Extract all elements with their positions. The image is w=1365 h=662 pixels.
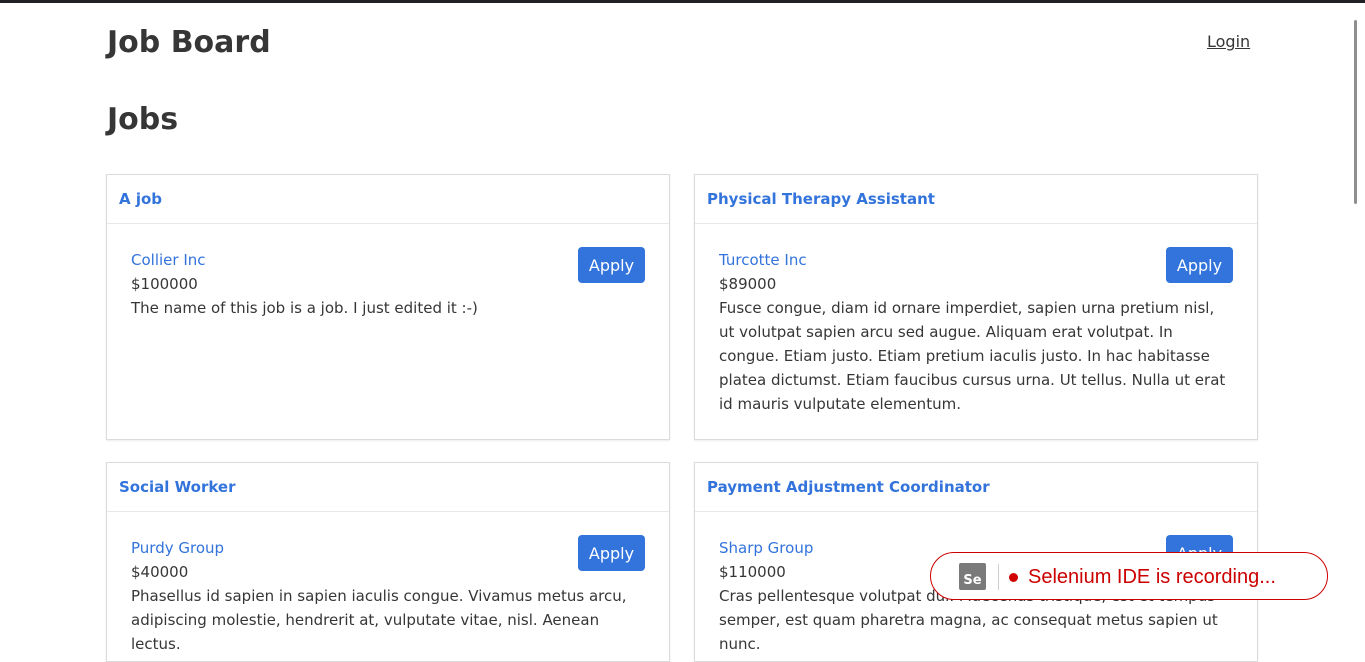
job-description: Phasellus id sapien in sapien iaculis co… — [131, 587, 627, 653]
scrollbar-thumb[interactable] — [1354, 20, 1357, 204]
login-link[interactable]: Login — [1207, 32, 1250, 52]
apply-button[interactable]: Apply — [578, 535, 645, 571]
browser-top-edge — [0, 0, 1365, 3]
site-title[interactable]: Job Board — [107, 23, 271, 63]
apply-button[interactable]: Apply — [1166, 247, 1233, 283]
salary: $89000 — [719, 275, 777, 293]
job-card-body: Collier Inc $100000 The name of this job… — [107, 224, 669, 320]
apply-button[interactable]: Apply — [578, 247, 645, 283]
job-card-body: Turcotte Inc $89000 Fusce congue, diam i… — [695, 224, 1257, 416]
selenium-logo-icon: Se — [959, 563, 986, 590]
selenium-recording-indicator: Se Selenium IDE is recording... — [930, 552, 1328, 600]
job-title-link[interactable]: Social Worker — [119, 478, 235, 496]
job-card-header: Payment Adjustment Coordinator — [695, 463, 1257, 512]
job-card: Social Worker Purdy Group $40000 Phasell… — [106, 462, 670, 662]
salary: $40000 — [131, 563, 189, 581]
job-card-header: Social Worker — [107, 463, 669, 512]
job-card-body: Purdy Group $40000 Phasellus id sapien i… — [107, 512, 669, 656]
page-title: Jobs — [107, 102, 179, 137]
company-link[interactable]: Collier Inc — [131, 248, 645, 272]
job-card-header: A job — [107, 175, 669, 224]
divider — [998, 564, 999, 590]
job-description: The name of this job is a job. I just ed… — [131, 299, 478, 317]
recording-status-text: Selenium IDE is recording... — [1028, 566, 1276, 588]
vertical-scrollbar[interactable] — [1351, 3, 1365, 638]
job-title-link[interactable]: Physical Therapy Assistant — [707, 190, 935, 208]
job-title-link[interactable]: Payment Adjustment Coordinator — [707, 478, 990, 496]
company-link[interactable]: Turcotte Inc — [719, 248, 1233, 272]
salary: $100000 — [131, 275, 198, 293]
job-title-link[interactable]: A job — [119, 190, 162, 208]
recording-dot-icon — [1009, 573, 1018, 582]
job-card: A job Collier Inc $100000 The name of th… — [106, 174, 670, 440]
job-description: Fusce congue, diam id ornare imperdiet, … — [719, 299, 1226, 413]
job-card: Physical Therapy Assistant Turcotte Inc … — [694, 174, 1258, 440]
job-card-header: Physical Therapy Assistant — [695, 175, 1257, 224]
company-link[interactable]: Purdy Group — [131, 536, 645, 560]
